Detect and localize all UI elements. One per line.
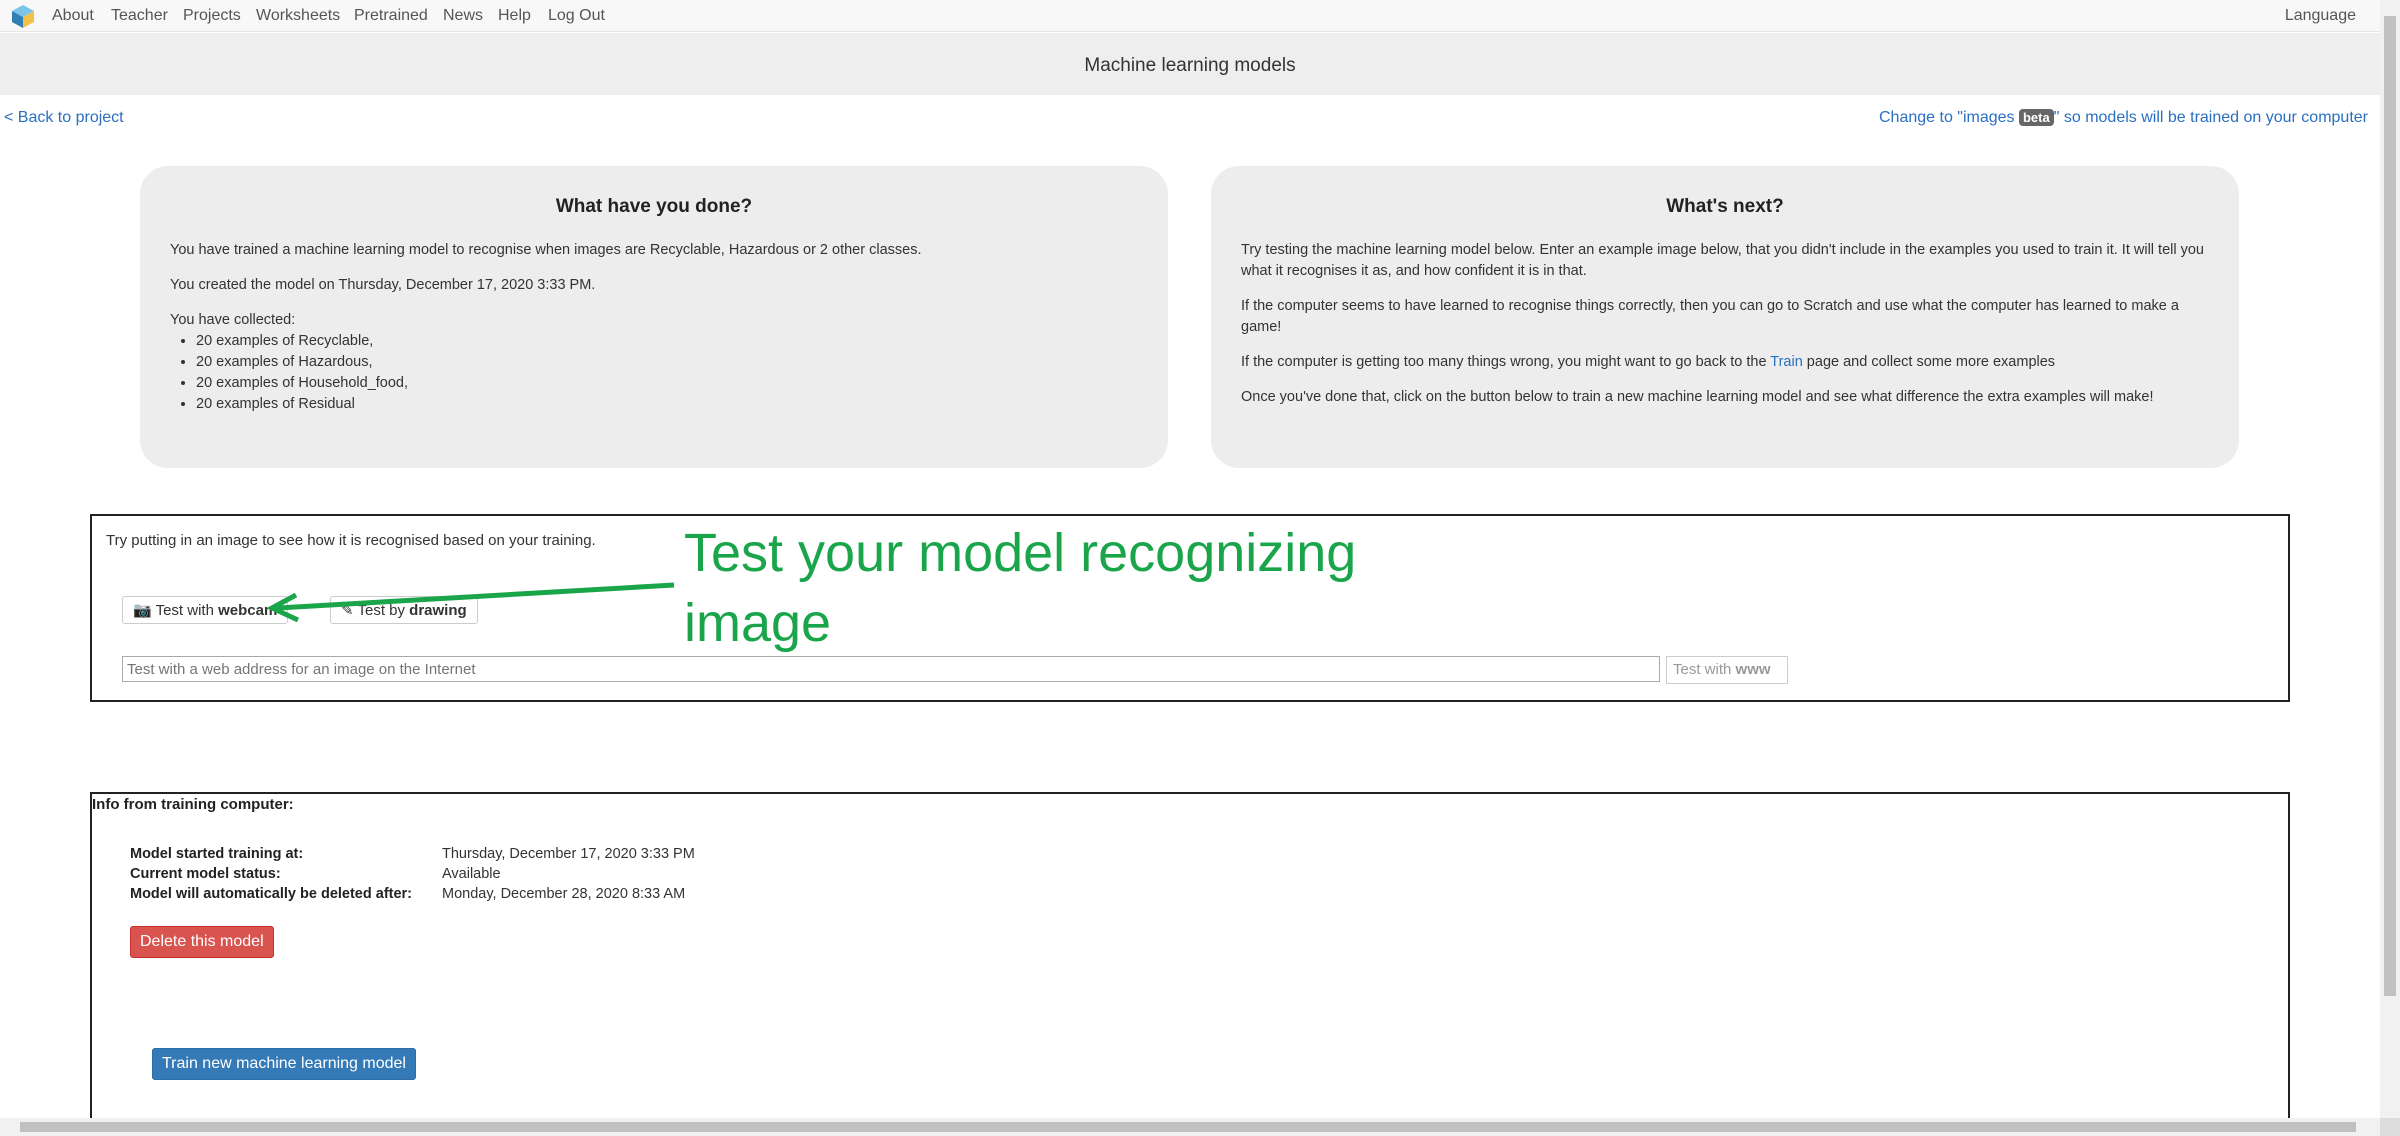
test-by-drawing-button[interactable]: ✎ Test by drawing: [330, 596, 478, 624]
nav-about[interactable]: About: [52, 7, 94, 25]
change-link-text-after: " so models will be trained on your comp…: [2053, 109, 2368, 126]
annotation-line-2: image: [684, 593, 832, 653]
logo-icon[interactable]: [10, 3, 36, 29]
beta-badge: beta: [2018, 109, 2054, 126]
info-value-started: Thursday, December 17, 2020 3:33 PM: [442, 846, 695, 862]
nav-news[interactable]: News: [443, 7, 483, 25]
www-button-bold: www: [1735, 661, 1771, 678]
nav-logout[interactable]: Log Out: [548, 7, 605, 25]
training-info-box: Info from training computer: Model start…: [90, 792, 2290, 1136]
back-to-project-link[interactable]: < Back to project: [4, 109, 124, 127]
annotation-line-1: Test your model recognizing: [684, 523, 1357, 583]
list-item: 20 examples of Recyclable,: [196, 331, 1138, 352]
webcam-button-prefix: Test with: [155, 602, 219, 619]
camera-icon: 📷: [133, 602, 152, 619]
what-have-you-done-panel: What have you done? You have trained a m…: [140, 166, 1168, 468]
train-new-model-button[interactable]: Train new machine learning model: [152, 1048, 416, 1080]
trained-summary: You have trained a machine learning mode…: [170, 242, 922, 258]
info-label-status: Current model status:: [130, 866, 281, 882]
pencil-icon: ✎: [341, 602, 354, 619]
nav-pretrained[interactable]: Pretrained: [354, 7, 428, 25]
test-with-www-button[interactable]: Test with www: [1666, 656, 1788, 684]
next-p3-before: If the computer is getting too many thin…: [1241, 354, 1771, 370]
collected-label: You have collected:: [170, 312, 296, 328]
drawing-button-bold: drawing: [409, 602, 467, 619]
info-value-deleted: Monday, December 28, 2020 8:33 AM: [442, 886, 686, 902]
title-band: Machine learning models: [0, 33, 2380, 95]
next-paragraph-2: If the computer seems to have learned to…: [1241, 298, 2179, 335]
vertical-scrollbar[interactable]: [2380, 0, 2400, 1118]
list-item: 20 examples of Hazardous,: [196, 352, 1138, 373]
next-p3-after: page and collect some more examples: [1802, 354, 2056, 370]
page-title: Machine learning models: [1084, 55, 1296, 76]
collected-list: 20 examples of Recyclable, 20 examples o…: [196, 331, 1138, 415]
whats-next-panel: What's next? Try testing the machine lea…: [1211, 166, 2239, 468]
info-heading: Info from training computer:: [92, 796, 294, 813]
nav-worksheets[interactable]: Worksheets: [256, 7, 340, 25]
nav-help[interactable]: Help: [498, 7, 531, 25]
test-with-webcam-button[interactable]: 📷 Test with webcam: [122, 596, 289, 624]
list-item: 20 examples of Household_food,: [196, 373, 1138, 394]
list-item: 20 examples of Residual: [196, 394, 1138, 415]
language-menu[interactable]: Language: [2285, 7, 2356, 25]
top-navbar: About Teacher Projects Worksheets Pretra…: [0, 0, 2380, 32]
change-link-text-before: Change to "images: [1879, 109, 2019, 126]
vertical-scroll-thumb[interactable]: [2384, 16, 2396, 996]
scrollbar-corner: [2380, 1118, 2400, 1136]
horizontal-scroll-thumb[interactable]: [20, 1122, 2356, 1132]
drawing-button-prefix: Test by: [357, 602, 410, 619]
info-value-status: Available: [442, 866, 501, 882]
horizontal-scrollbar[interactable]: [0, 1118, 2380, 1136]
nav-projects[interactable]: Projects: [183, 7, 241, 25]
created-date: You created the model on Thursday, Decem…: [170, 277, 596, 293]
change-to-images-beta-link[interactable]: Change to "images beta " so models will b…: [1879, 109, 2368, 127]
annotation-text: Test your model recognizing image: [684, 518, 1444, 658]
next-paragraph-4: Once you've done that, click on the butt…: [1241, 389, 2154, 405]
info-label-deleted: Model will automatically be deleted afte…: [130, 886, 413, 902]
panel-title-next: What's next?: [1666, 196, 1784, 217]
train-link[interactable]: Train: [1770, 354, 1803, 370]
nav-teacher[interactable]: Teacher: [111, 7, 168, 25]
next-paragraph-1: Try testing the machine learning model b…: [1241, 242, 2204, 279]
www-button-prefix: Test with: [1673, 661, 1736, 678]
test-intro-text: Try putting in an image to see how it is…: [106, 532, 596, 549]
delete-model-button[interactable]: Delete this model: [130, 926, 274, 958]
info-label-started: Model started training at:: [130, 846, 304, 862]
webcam-button-bold: webcam: [218, 602, 278, 619]
image-url-input[interactable]: [122, 656, 1660, 682]
next-paragraph-3: If the computer is getting too many thin…: [1241, 352, 2209, 373]
panel-title-done: What have you done?: [555, 196, 753, 217]
